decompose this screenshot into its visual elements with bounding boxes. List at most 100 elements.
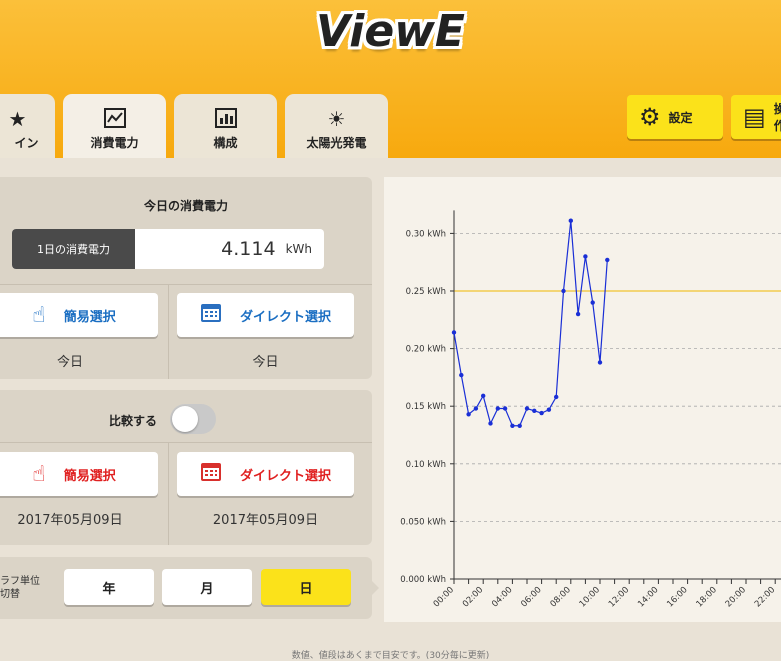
gear-icon: ⚙: [639, 103, 661, 131]
unit-month-button[interactable]: 月: [162, 569, 252, 605]
data-point: [561, 288, 566, 294]
divider: [168, 442, 169, 545]
compare-label: 比較する: [109, 414, 158, 428]
y-tick-label: 0.30 kWh: [406, 229, 446, 239]
data-point: [532, 408, 537, 414]
calendar-icon: [200, 301, 222, 329]
daily-consumption-value: 4.114: [221, 238, 276, 260]
x-tick-label: 12:00: [607, 585, 631, 609]
data-point: [590, 300, 595, 305]
data-point: [539, 410, 544, 416]
manual-label: 操作: [773, 102, 781, 133]
data-point: [502, 406, 508, 411]
tab-label: 構成: [213, 136, 238, 150]
x-tick-label: 00:00: [432, 585, 456, 609]
tab-solar-power[interactable]: ☀ 太陽光発電: [285, 94, 388, 158]
x-tick-label: 18:00: [695, 585, 719, 609]
divider: [168, 284, 169, 379]
graph-unit-label-line1: ラフ単位: [0, 576, 40, 587]
data-point: [481, 393, 486, 399]
compare-direct-date: 2017年05月09日: [212, 513, 319, 528]
y-tick-label: 0.050 kWh: [400, 517, 446, 527]
toggle-knob: [172, 406, 198, 432]
y-tick-label: 0.25 kWh: [406, 287, 446, 297]
daily-consumption-unit: kWh: [285, 242, 312, 256]
daily-consumption-label: 1日の消費電力: [12, 229, 135, 269]
line-chart-icon: [63, 108, 166, 134]
data-point: [488, 421, 493, 426]
pointing-hand-icon: ☝: [32, 461, 46, 487]
tab-power-consumption[interactable]: 消費電力: [63, 94, 166, 158]
settings-button[interactable]: ⚙ 設定: [627, 95, 723, 139]
y-tick-label: 0.20 kWh: [406, 345, 446, 355]
sun-icon: ☀: [327, 107, 346, 131]
today-panel-title: 今日の消費電力: [143, 199, 228, 213]
direct-select-button[interactable]: ダイレクト選択: [177, 293, 354, 337]
compare-simple-select-label: 簡易選択: [63, 468, 116, 484]
y-tick-label: 0.000 kWh: [400, 575, 446, 585]
compare-direct-select-button[interactable]: ダイレクト選択: [177, 452, 354, 496]
simple-select-button[interactable]: ☝ 簡易選択: [0, 293, 158, 337]
data-point: [495, 406, 500, 411]
direct-select-date: 今日: [252, 355, 279, 370]
calendar-icon: [200, 460, 222, 488]
x-tick-label: 04:00: [490, 585, 514, 609]
x-tick-label: 02:00: [461, 585, 485, 609]
data-point: [524, 406, 530, 411]
x-tick-label: 16:00: [665, 585, 689, 609]
today-panel: 今日の消費電力 1日の消費電力 4.114 kWh ☝ 簡易選択 ダイレクト選択…: [0, 177, 372, 379]
series-line: [453, 220, 608, 427]
direct-select-label: ダイレクト選択: [239, 309, 331, 325]
data-point: [473, 406, 479, 411]
compare-simple-select-button[interactable]: ☝ 簡易選択: [0, 452, 158, 496]
app-logo: ViewE: [316, 6, 465, 57]
data-point: [597, 360, 603, 365]
tab-composition[interactable]: 構成: [174, 94, 277, 158]
data-point: [517, 423, 522, 428]
x-tick-label: 22:00: [753, 585, 777, 609]
y-tick-label: 0.10 kWh: [406, 460, 446, 470]
compare-simple-date: 2017年05月09日: [17, 513, 123, 528]
data-point: [583, 254, 588, 259]
simple-select-date: 今日: [56, 355, 83, 370]
data-point: [605, 257, 610, 263]
footer-note: 数値、値段はあくまで目安です。(30分毎に更新): [291, 651, 490, 661]
bar-chart-icon: [174, 108, 277, 134]
x-tick-label: 14:00: [636, 585, 660, 609]
data-point: [546, 407, 552, 412]
y-tick-label: 0.15 kWh: [406, 402, 446, 412]
graph-unit-panel: ラフ単位 切替 年 月 日: [0, 557, 372, 619]
graph-unit-label-line2: 切替: [0, 589, 20, 600]
graph-unit-label: ラフ単位 切替: [0, 575, 40, 601]
consumption-chart: 0.000 kWh 0.050 kWh 0.10 kWh 0.15 kWh 0.20 k…: [384, 177, 781, 622]
x-tick-label: 10:00: [578, 585, 602, 609]
divider: [0, 442, 372, 443]
data-point: [510, 423, 515, 428]
pointing-hand-icon: ☝: [32, 302, 46, 328]
settings-label: 設定: [668, 110, 693, 125]
data-point: [466, 412, 471, 417]
data-point: [568, 218, 573, 223]
data-point: [459, 372, 464, 378]
manual-button[interactable]: ▤ 操作: [731, 95, 781, 139]
tab-label: 太陽光発電: [306, 136, 367, 150]
compare-panel: 比較する ☝ 簡易選択 ダイレクト選択 2017年05月09日 2017年05月…: [0, 390, 372, 545]
unit-year-button[interactable]: 年: [64, 569, 154, 605]
compare-toggle[interactable]: [170, 404, 216, 434]
star-icon: ★: [8, 107, 27, 131]
tab-main[interactable]: ★ イン: [0, 94, 55, 158]
daily-consumption-box: 1日の消費電力 4.114 kWh: [12, 229, 324, 269]
divider: [0, 284, 372, 285]
panel-pointer: [372, 581, 379, 595]
x-tick-label: 20:00: [724, 585, 748, 609]
data-point: [554, 394, 559, 400]
data-point: [451, 330, 457, 335]
compare-direct-select-label: ダイレクト選択: [239, 468, 331, 484]
document-icon: ▤: [743, 103, 766, 131]
simple-select-label: 簡易選択: [63, 309, 116, 325]
x-tick-label: 06:00: [519, 585, 543, 609]
unit-day-button[interactable]: 日: [261, 569, 351, 605]
tab-label: 消費電力: [90, 136, 139, 150]
data-point: [575, 311, 581, 317]
tab-label: イン: [14, 136, 39, 150]
